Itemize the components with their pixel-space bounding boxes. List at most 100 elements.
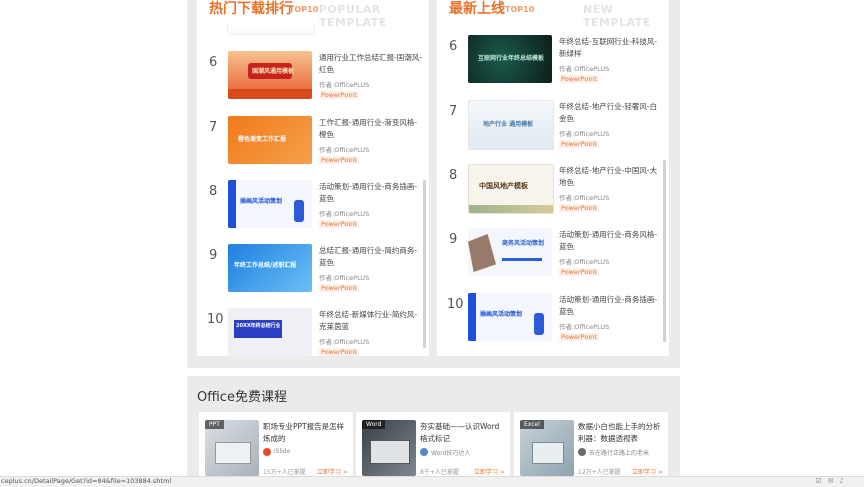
- item-rank: 8: [449, 168, 458, 183]
- item-type-tag: PowerPoint: [319, 156, 359, 164]
- new-watermark: NEW TEMPLATE: [583, 3, 651, 29]
- course-author: Word技巧达人: [431, 450, 471, 457]
- item-thumbnail[interactable]: 插画风活动策划: [468, 293, 552, 341]
- course-learners: 15万+人已掌握: [263, 469, 306, 476]
- item-type-tag: PowerPoint: [559, 140, 599, 148]
- list-item[interactable]: 8 插画风活动策划 活动策划-通用行业-商务插画-蓝色 作者:OfficePLU…: [197, 180, 429, 238]
- course-card[interactable]: PPT 职场专业PPT报告是怎样炼成的 iSlide 15万+人已掌握 立即学习…: [199, 412, 353, 482]
- list-item[interactable]: 9 商务风活动策划 活动策划-通用行业-商务风格-蓝色 作者:OfficePLU…: [437, 228, 669, 286]
- list-item[interactable]: 10 20XX年终总结行业通用模板 年终总结-新媒体行业-简约风-克莱茵蓝 作者…: [197, 308, 429, 356]
- item-title[interactable]: 年终总结-地产行业-轻奢风-白金色: [559, 101, 663, 125]
- item-rank: 7: [449, 104, 458, 119]
- hot-downloads-title: 热门下载排行: [209, 1, 293, 17]
- course-title[interactable]: 职场专业PPT报告是怎样炼成的: [263, 421, 349, 445]
- item-title[interactable]: 年终总结-互联网行业-科技风-新绿样: [559, 36, 663, 60]
- new-templates-title: 最新上线: [449, 1, 505, 17]
- list-item[interactable]: 8 中国风地产模板 年终总结-地产行业-中国风-大地色 作者:OfficePLU…: [437, 164, 669, 222]
- course-title[interactable]: 夯实基础——认识Word格式标记: [420, 421, 506, 445]
- item-title[interactable]: 年终总结-地产行业-中国风-大地色: [559, 165, 663, 189]
- item-thumbnail[interactable]: 商务风活动策划: [468, 228, 552, 276]
- item-thumbnail[interactable]: 20XX年终总结行业通用模板: [228, 308, 312, 356]
- item-author: 作者:OfficePLUS: [559, 130, 610, 138]
- mail-icon[interactable]: ✉: [828, 477, 840, 485]
- item-author: 作者:OfficePLUS: [559, 323, 610, 331]
- course-badge: PPT: [205, 420, 224, 429]
- list-item[interactable]: 6 互联网行业年终总结模板 年终总结-互联网行业-科技风-新绿样 作者:Offi…: [437, 35, 669, 93]
- item-thumbnail[interactable]: 插画风活动策划: [228, 180, 312, 228]
- item-rank: 8: [209, 184, 218, 199]
- list-item[interactable]: 9 年终工作总结/述职汇报 总结汇报-通用行业-简约商务-蓝色 作者:Offic…: [197, 244, 429, 302]
- item-thumbnail[interactable]: 国潮风通用模板: [228, 51, 312, 99]
- list-scrollbar[interactable]: [663, 160, 666, 342]
- item-type-tag: PowerPoint: [319, 220, 359, 228]
- item-thumbnail[interactable]: 互联网行业年终总结模板: [468, 35, 552, 83]
- item-title[interactable]: 总结汇报-通用行业-简约商务-蓝色: [319, 245, 423, 269]
- list-item[interactable]: 7 地产行业 通用模板 年终总结-地产行业-轻奢风-白金色 作者:OfficeP…: [437, 100, 669, 158]
- study-now-link[interactable]: 立即学习 >: [632, 467, 663, 476]
- item-author: 作者:OfficePLUS: [319, 81, 370, 89]
- course-title[interactable]: 数据小白也能上手的分析利器：数据透视表: [578, 421, 664, 445]
- new-templates-card: 最新上线 TOP10 NEW TEMPLATE 6 互联网行业年终总结模板 年终…: [437, 0, 669, 356]
- course-author: 去在路行正路上的老米: [589, 450, 650, 457]
- item-type-tag: PowerPoint: [559, 333, 599, 341]
- course-card[interactable]: Word 夯实基础——认识Word格式标记 Word技巧达人 8千+人已掌握 立…: [356, 412, 510, 482]
- new-templates-header: 最新上线 TOP10 NEW TEMPLATE: [437, 0, 669, 29]
- course-author: iSlide: [274, 448, 291, 455]
- course-badge: Word: [362, 420, 386, 429]
- item-author: 作者:OfficePLUS: [559, 258, 610, 266]
- check-icon[interactable]: ☑: [815, 477, 827, 485]
- status-url: ceplus.cn/DetailPage/Get?id=84&file=1038…: [1, 477, 172, 485]
- status-icons: ☑✉♪: [815, 477, 850, 485]
- course-badge: Excel: [520, 420, 544, 429]
- item-author: 作者:OfficePLUS: [319, 146, 370, 154]
- item-type-tag: PowerPoint: [319, 284, 359, 292]
- browser-status-bar: ceplus.cn/DetailPage/Get?id=84&file=1038…: [0, 476, 864, 487]
- item-thumbnail[interactable]: 橙色渐变工作汇报: [228, 116, 312, 164]
- course-thumbnail[interactable]: Word: [362, 420, 416, 476]
- item-type-tag: PowerPoint: [559, 268, 599, 276]
- item-type-tag: PowerPoint: [319, 348, 359, 356]
- item-rank: 9: [449, 232, 458, 247]
- list-item[interactable]: 10 插画风活动策划 活动策划-通用行业-商务插画-蓝色 作者:OfficePL…: [437, 293, 669, 351]
- item-title[interactable]: 活动策划-通用行业-商务风格-蓝色: [559, 229, 663, 253]
- hot-watermark: POPULAR TEMPLATE: [319, 3, 387, 29]
- item-type-tag: PowerPoint: [319, 91, 359, 99]
- item-rank: 9: [209, 248, 218, 263]
- item-author: 作者:OfficePLUS: [559, 194, 610, 202]
- item-thumbnail[interactable]: 地产行业 通用模板: [468, 100, 554, 150]
- hot-downloads-card: 热门下载排行 TOP10 POPULAR TEMPLATE 6 国潮风通用模板 …: [197, 0, 429, 356]
- speaker-icon[interactable]: ♪: [840, 477, 850, 485]
- item-rank: 10: [207, 312, 224, 327]
- item-author: 作者:OfficePLUS: [319, 210, 370, 218]
- item-title[interactable]: 活动策划-通用行业-商务插画-蓝色: [559, 294, 663, 318]
- item-author: 作者:OfficePLUS: [559, 65, 610, 73]
- courses-heading: Office免费课程: [197, 390, 287, 405]
- study-now-link[interactable]: 立即学习 >: [317, 467, 348, 476]
- item-title[interactable]: 活动策划-通用行业-商务插画-蓝色: [319, 181, 423, 205]
- course-card[interactable]: Excel 数据小白也能上手的分析利器：数据透视表 去在路行正路上的老米 12万…: [514, 412, 668, 482]
- item-thumbnail[interactable]: 年终工作总结/述职汇报: [228, 244, 312, 292]
- item-title[interactable]: 工作汇报-通用行业-渐变风格-橙色: [319, 117, 423, 141]
- list-scrollbar[interactable]: [423, 180, 426, 348]
- item-title[interactable]: 年终总结-新媒体行业-简约风-克莱茵蓝: [319, 309, 423, 333]
- item-type-tag: PowerPoint: [559, 75, 599, 83]
- item-thumbnail[interactable]: 中国风地产模板: [468, 164, 554, 214]
- list-item[interactable]: 7 橙色渐变工作汇报 工作汇报-通用行业-渐变风格-橙色 作者:OfficePL…: [197, 116, 429, 174]
- item-title[interactable]: 通用行业工作总结汇报-国潮风-红色: [319, 52, 423, 76]
- item-type-tag: PowerPoint: [559, 204, 599, 212]
- course-thumbnail[interactable]: Excel: [520, 420, 574, 476]
- item-rank: 7: [209, 120, 218, 135]
- item-rank: 6: [209, 55, 218, 70]
- hot-top-tag: TOP10: [289, 5, 319, 14]
- new-top-tag: TOP10: [505, 5, 535, 14]
- list-item[interactable]: 6 国潮风通用模板 通用行业工作总结汇报-国潮风-红色 作者:OfficePLU…: [197, 51, 429, 109]
- item-author: 作者:OfficePLUS: [319, 338, 370, 346]
- course-learners: 12万+人已掌握: [578, 469, 621, 476]
- course-learners: 8千+人已掌握: [420, 469, 459, 476]
- item-author: 作者:OfficePLUS: [319, 274, 370, 282]
- item-rank: 10: [447, 297, 464, 312]
- study-now-link[interactable]: 立即学习 >: [474, 467, 505, 476]
- course-thumbnail[interactable]: PPT: [205, 420, 259, 476]
- author-avatar: [420, 448, 428, 456]
- author-avatar: [263, 448, 271, 456]
